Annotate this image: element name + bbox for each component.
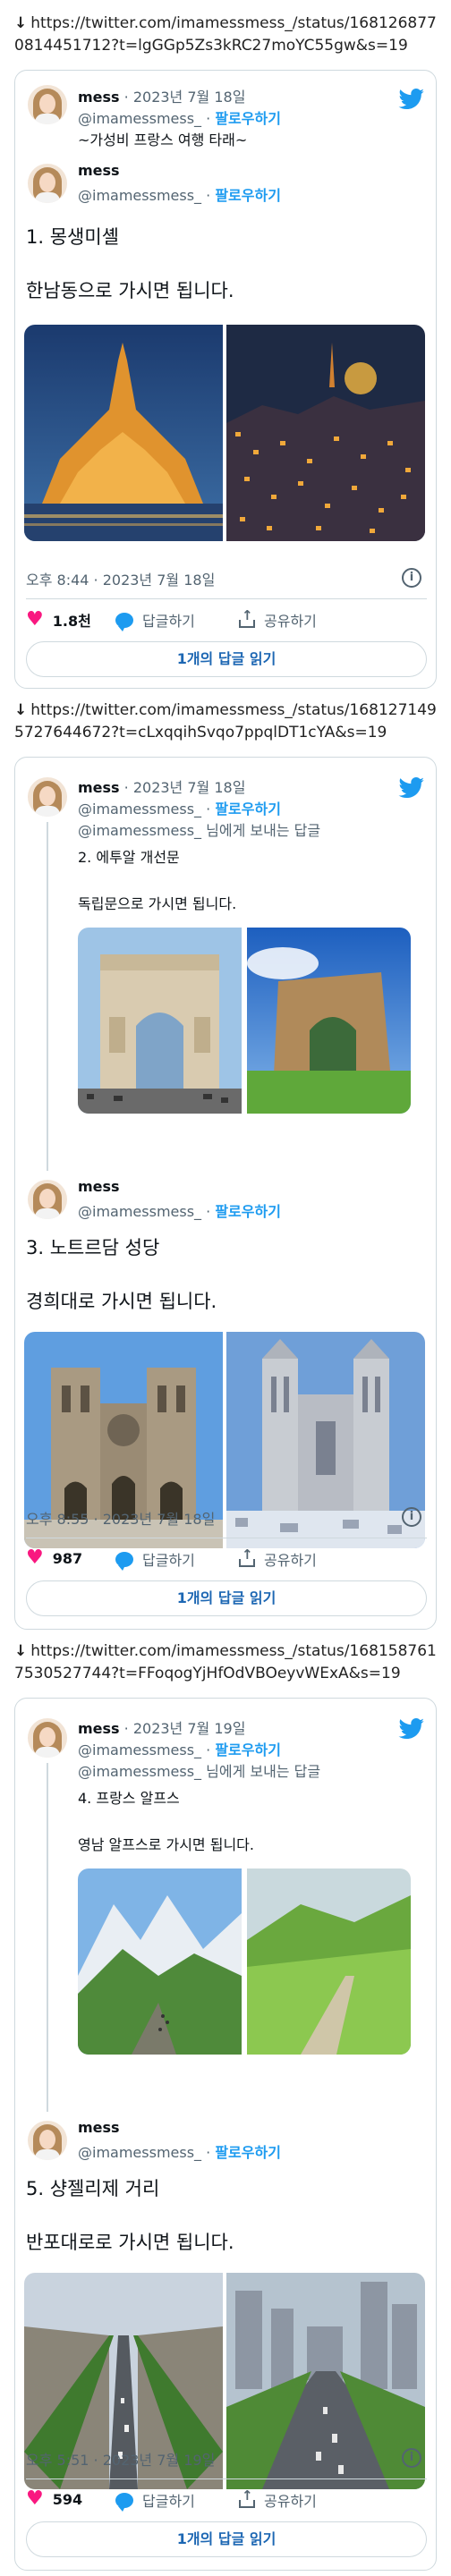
follow-button[interactable]: 팔로우하기 <box>215 1741 281 1758</box>
like-button[interactable]: ♥ 987 <box>26 1548 82 1568</box>
arc-de-triomphe-photo[interactable] <box>78 928 242 1114</box>
thread-line <box>47 822 48 1171</box>
mont-saint-michel-photo[interactable] <box>24 325 223 541</box>
tweet-url-3[interactable]: ↓ https://twitter.com/imamessmess_/status… <box>14 1640 440 1685</box>
reply-to-label[interactable]: @imamessmess_ 님에게 보내는 답글 <box>78 1759 320 1781</box>
tweet-media[interactable] <box>78 1868 411 2055</box>
author-name[interactable]: mess <box>78 1178 120 1195</box>
tweet-text: 3. 노트르담 성당 <box>26 1237 160 1258</box>
follow-button[interactable]: 팔로우하기 <box>215 801 281 818</box>
reply-button[interactable]: 답글하기 <box>115 1548 195 1571</box>
info-icon[interactable]: i <box>402 568 421 588</box>
author-handle[interactable]: @imamessmess_ · 팔로우하기 <box>78 797 281 818</box>
twitter-bird-icon[interactable] <box>398 89 425 110</box>
tweet-url-1[interactable]: ↓ https://twitter.com/imamessmess_/status… <box>14 13 440 57</box>
tweet-text: 한남동으로 가시면 됩니다. <box>26 280 234 301</box>
avatar[interactable] <box>28 164 67 203</box>
share-button[interactable]: 공유하기 <box>239 2487 317 2511</box>
author-name[interactable]: mess · 2023년 7월 18일 <box>78 775 245 797</box>
tweet-media[interactable] <box>78 928 411 1114</box>
hannam-dong-photo[interactable] <box>226 325 425 541</box>
tweet-text: 경희대로 가시면 됩니다. <box>26 1291 217 1312</box>
heart-icon: ♥ <box>26 2487 44 2510</box>
down-arrow-icon: ↓ <box>14 1642 28 1660</box>
tweet-text: 영남 알프스로 가시면 됩니다. <box>78 1836 254 1853</box>
share-icon <box>239 2487 255 2508</box>
read-replies-button[interactable]: 1개의 답글 읽기 <box>26 1580 427 1616</box>
tweet-text: 독립문으로 가시면 됩니다. <box>78 895 237 912</box>
avatar[interactable] <box>28 85 67 124</box>
tweet-timestamp[interactable]: 오후 8:55 · 2023년 7월 18일 <box>26 1507 215 1529</box>
dongnimmun-photo[interactable] <box>247 928 411 1114</box>
french-alps-photo[interactable] <box>78 1868 242 2055</box>
yeongnam-alps-photo[interactable] <box>247 1868 411 2055</box>
twitter-bird-icon[interactable] <box>398 777 425 799</box>
author-handle[interactable]: @imamessmess_ · 팔로우하기 <box>78 2140 281 2162</box>
avatar[interactable] <box>28 777 67 817</box>
author-handle[interactable]: @imamessmess_ · 팔로우하기 <box>78 1738 281 1759</box>
read-replies-button[interactable]: 1개의 답글 읽기 <box>26 641 427 677</box>
tweet-card-1[interactable]: mess · 2023년 7월 18일 @imamessmess_ · 팔로우하… <box>14 70 437 689</box>
author-name[interactable]: mess <box>78 2119 120 2136</box>
heart-icon: ♥ <box>26 608 44 631</box>
share-icon <box>239 1546 255 1567</box>
tweet-url-2[interactable]: ↓ https://twitter.com/imamessmess_/status… <box>14 699 440 744</box>
author-name[interactable]: mess · 2023년 7월 18일 <box>78 85 245 106</box>
tweet-text: 2. 에투알 개선문 <box>78 849 180 866</box>
author-handle[interactable]: @imamessmess_ · 팔로우하기 <box>78 106 281 128</box>
share-button[interactable]: 공유하기 <box>239 1546 317 1570</box>
thread-line <box>47 1763 48 2112</box>
tweet-media[interactable] <box>24 325 425 541</box>
tweet-card-3[interactable]: mess · 2023년 7월 19일 @imamessmess_ · 팔로우하… <box>14 1698 437 2571</box>
tweet-text: 4. 프랑스 알프스 <box>78 1790 180 1807</box>
reply-bubble-icon <box>115 612 133 631</box>
follow-button[interactable]: 팔로우하기 <box>215 187 281 204</box>
reply-button[interactable]: 답글하기 <box>115 609 195 631</box>
like-button[interactable]: ♥ 594 <box>26 2489 82 2509</box>
tweet-text: 1. 몽생미셸 <box>26 226 119 248</box>
reply-button[interactable]: 답글하기 <box>115 2489 195 2512</box>
avatar[interactable] <box>28 1718 67 1758</box>
info-icon[interactable]: i <box>402 2448 421 2468</box>
tweet-timestamp[interactable]: 오후 8:44 · 2023년 7월 18일 <box>26 568 215 589</box>
like-button[interactable]: ♥ 1.8천 <box>26 609 91 631</box>
banpo-daero-photo[interactable] <box>226 2273 425 2489</box>
tweet-timestamp[interactable]: 오후 5:51 · 2023년 7월 19일 <box>26 2448 215 2470</box>
follow-button[interactable]: 팔로우하기 <box>215 110 281 127</box>
share-icon <box>239 607 255 628</box>
tweet-card-2[interactable]: mess · 2023년 7월 18일 @imamessmess_ · 팔로우하… <box>14 757 437 1630</box>
reply-bubble-icon <box>115 2492 133 2512</box>
tweet-text: 반포대로로 가시면 됩니다. <box>26 2232 234 2253</box>
divider <box>26 598 427 599</box>
read-replies-button[interactable]: 1개의 답글 읽기 <box>26 2521 427 2557</box>
tweet-text: ~가성비 프랑스 여행 타래~ <box>78 131 248 148</box>
avatar[interactable] <box>28 1180 67 1219</box>
author-name[interactable]: mess · 2023년 7월 19일 <box>78 1716 245 1738</box>
info-icon[interactable]: i <box>402 1507 421 1527</box>
heart-icon: ♥ <box>26 1546 44 1569</box>
follow-button[interactable]: 팔로우하기 <box>215 1203 281 1220</box>
avatar[interactable] <box>28 2121 67 2160</box>
follow-button[interactable]: 팔로우하기 <box>215 2144 281 2161</box>
twitter-bird-icon[interactable] <box>398 1718 425 1740</box>
down-arrow-icon: ↓ <box>14 701 28 719</box>
kyung-hee-university-photo[interactable] <box>226 1332 425 1548</box>
author-name[interactable]: mess <box>78 162 120 179</box>
author-handle[interactable]: @imamessmess_ · 팔로우하기 <box>78 183 281 205</box>
author-handle[interactable]: @imamessmess_ · 팔로우하기 <box>78 1199 281 1221</box>
down-arrow-icon: ↓ <box>14 14 28 32</box>
reply-bubble-icon <box>115 1551 133 1571</box>
reply-to-label[interactable]: @imamessmess_ 님에게 보내는 답글 <box>78 818 320 840</box>
tweet-text: 5. 샹젤리제 거리 <box>26 2178 160 2199</box>
share-button[interactable]: 공유하기 <box>239 607 317 631</box>
